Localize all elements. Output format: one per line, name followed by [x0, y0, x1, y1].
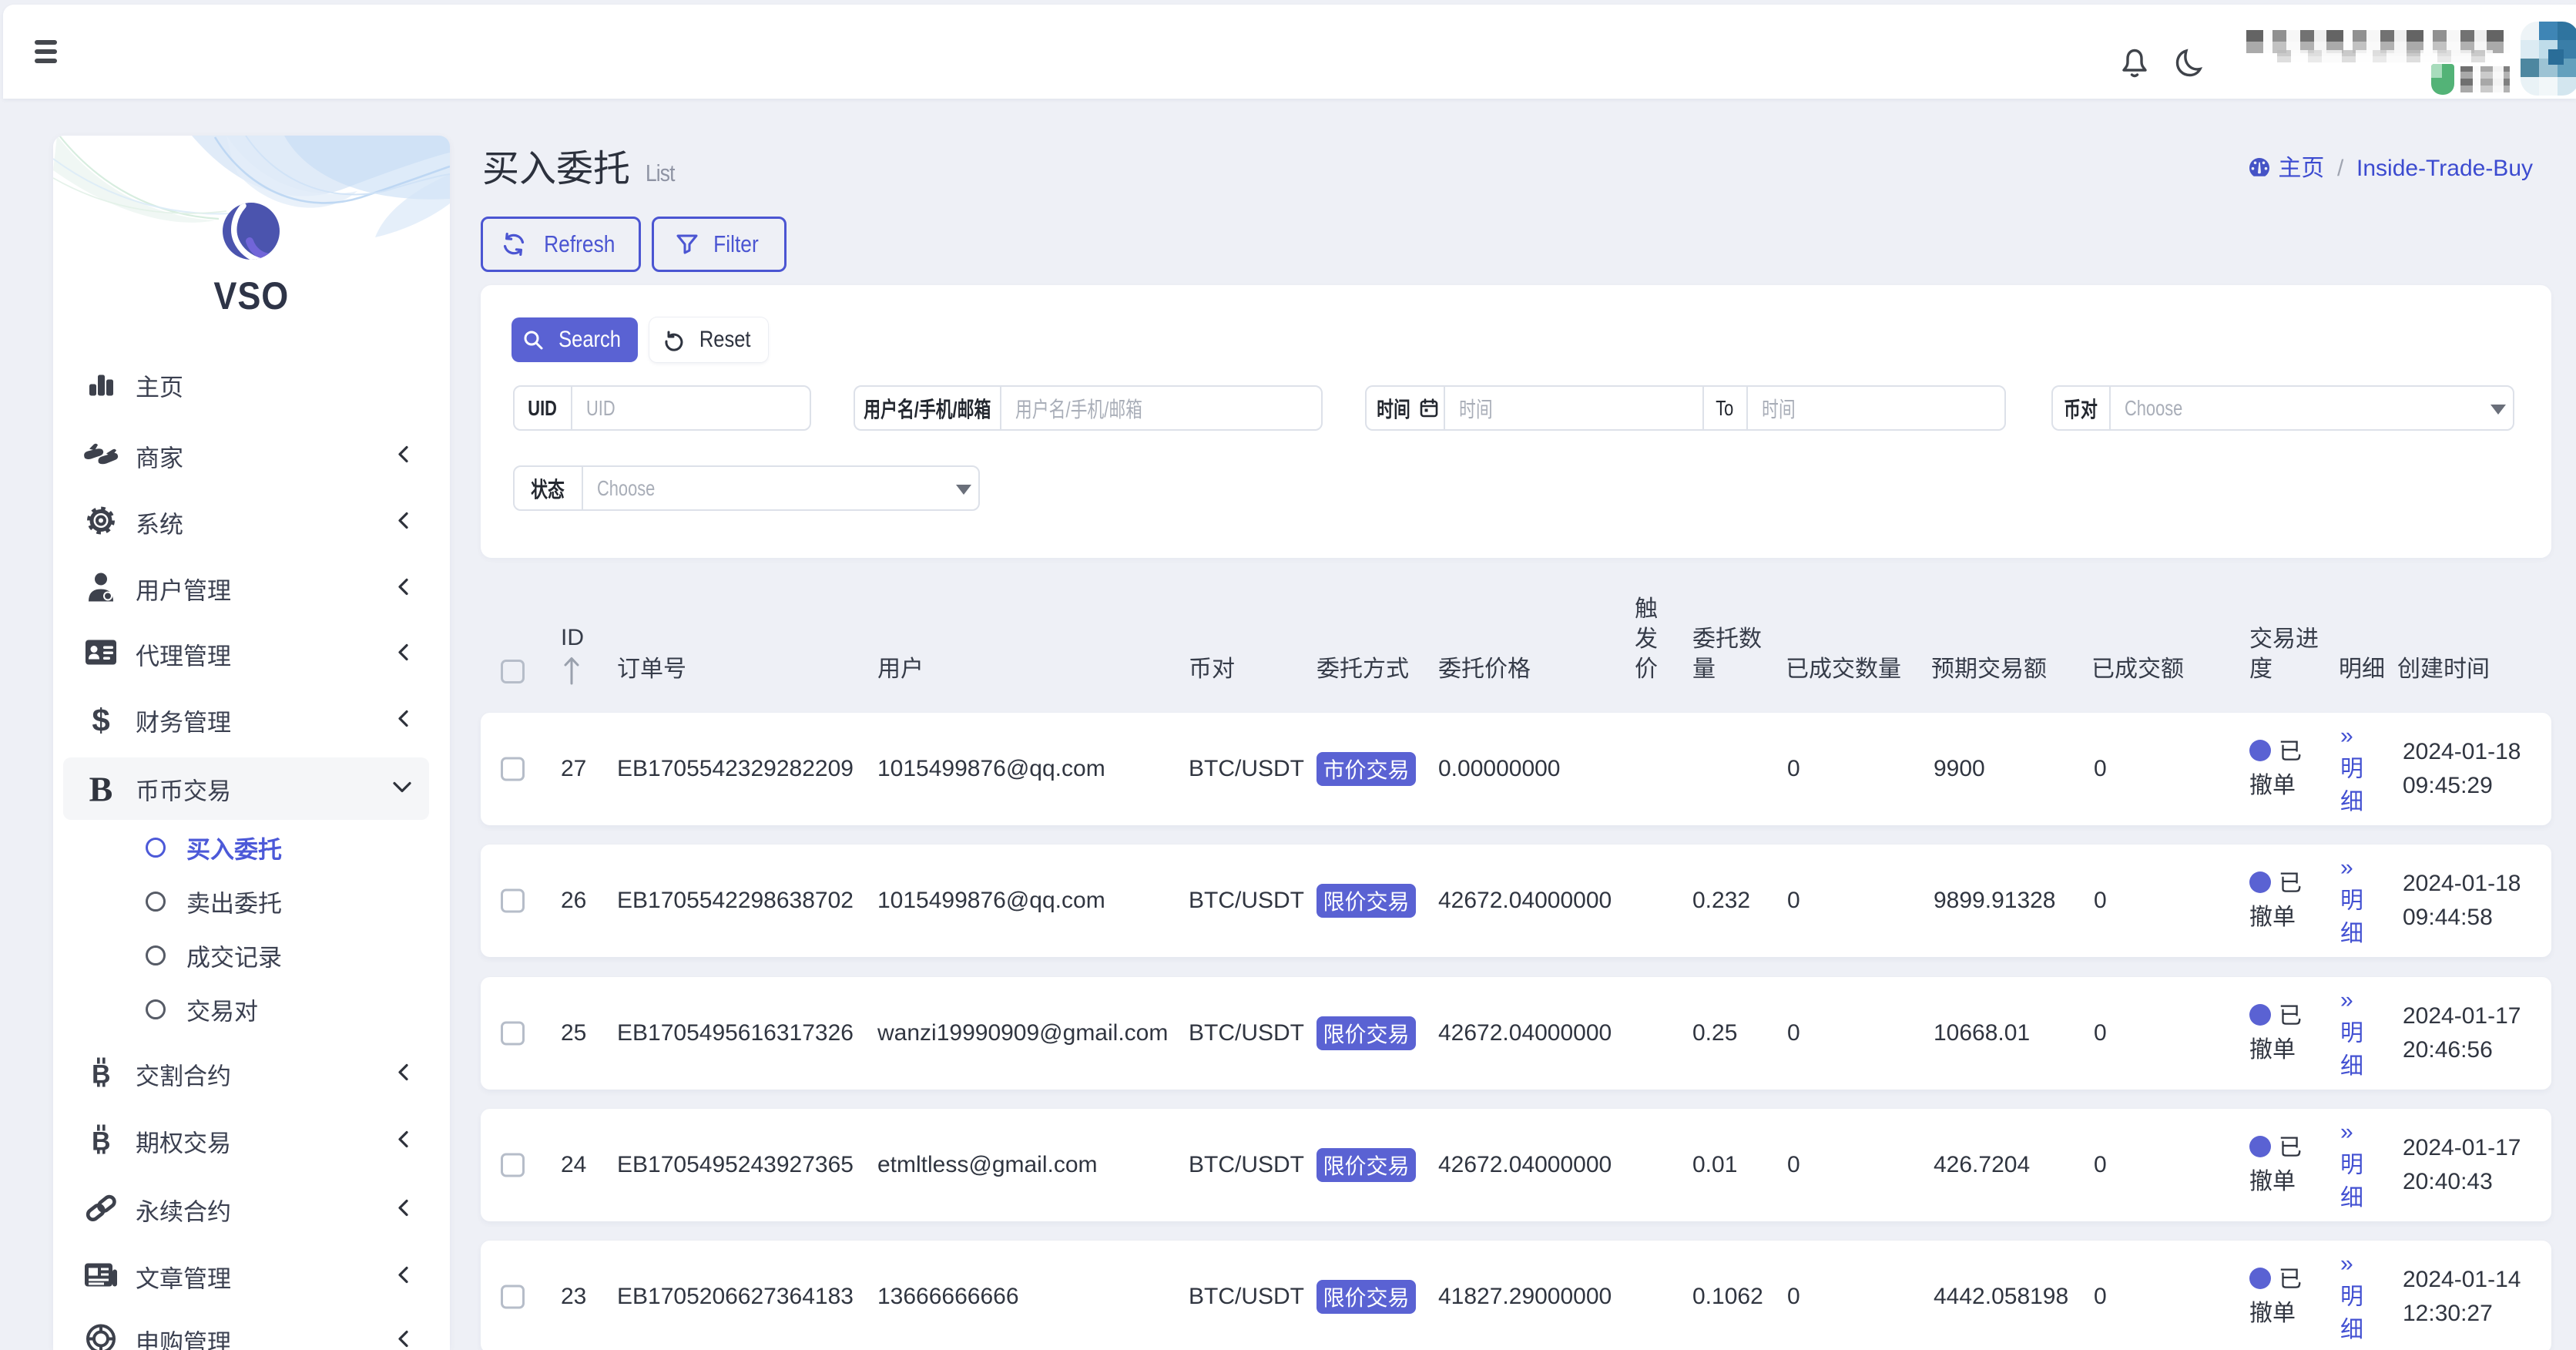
svg-text:B: B [92, 1127, 111, 1157]
svg-text:B: B [92, 1060, 111, 1090]
